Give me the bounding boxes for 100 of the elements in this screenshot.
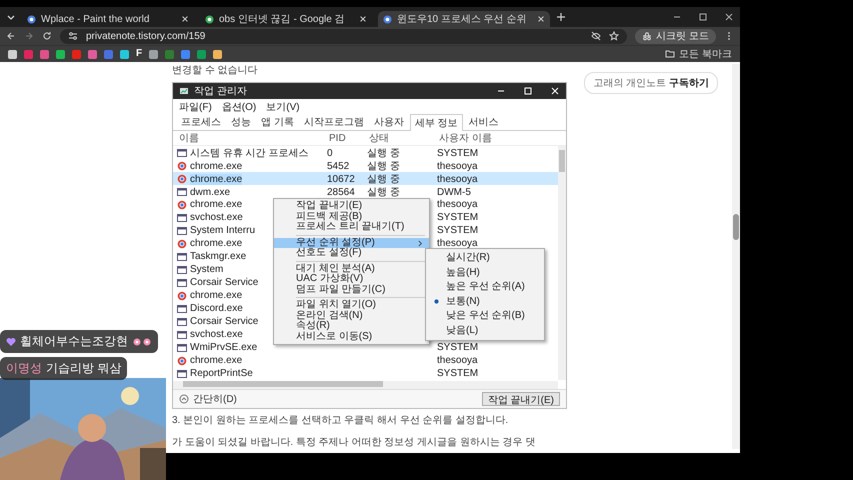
site-info-icon[interactable] (68, 31, 78, 41)
scrollbar[interactable] (558, 146, 566, 380)
process-name[interactable]: chrome.exe (190, 290, 242, 301)
window-icon (177, 330, 187, 340)
menu-item[interactable]: 프로세스 트리 끝내기(T) (274, 222, 429, 232)
menu-item[interactable]: 서비스로 이동(S) (274, 332, 429, 342)
bookmark-icon[interactable] (56, 50, 65, 58)
circle-icon (177, 161, 187, 171)
window-icon (177, 368, 187, 378)
close-icon[interactable] (359, 15, 367, 23)
menu-item[interactable]: 낮은 우선 순위(B) (426, 309, 544, 324)
menu-item[interactable]: 높음(H) (426, 266, 544, 280)
menu-item[interactable]: 보통(N) (426, 294, 544, 309)
bookmark[interactable]: F (136, 49, 142, 59)
menu-item[interactable]: 피드백 제공(B) (274, 212, 429, 222)
process-name[interactable]: ReportPrintSe (190, 368, 253, 379)
bookmark-icon[interactable] (8, 50, 17, 58)
process-name[interactable]: Taskmgr.exe (190, 251, 246, 262)
bookmark-icon[interactable] (40, 50, 49, 58)
subscribe-button[interactable]: 고래의 개인노트 구독하기 (584, 72, 718, 94)
menu-item[interactable]: 속성(R) (274, 321, 429, 332)
globe-icon (383, 14, 392, 24)
tab[interactable]: 앱 기록 (257, 114, 298, 130)
process-name[interactable]: Corsair Service (190, 277, 258, 288)
forward-icon[interactable] (24, 31, 34, 41)
browser-tab[interactable]: Wplace - Paint the world (22, 11, 194, 27)
all-bookmarks-button[interactable]: 모든 북마크 (665, 47, 732, 61)
process-name[interactable]: Corsair Service (190, 316, 258, 327)
bookmark-icon[interactable] (213, 50, 222, 58)
menu-item[interactable]: UAC 가상화(V) (274, 274, 429, 284)
process-name[interactable]: chrome.exe (190, 355, 242, 366)
menu-item[interactable]: 파일(F) (179, 100, 212, 114)
column-header[interactable]: 이름 (177, 131, 327, 145)
browser-tab[interactable]: 윈도우10 프로세스 우선 순위 (378, 11, 550, 27)
process-name[interactable]: WmiPrvSE.exe (190, 342, 258, 353)
close-icon[interactable] (724, 12, 734, 22)
process-name[interactable]: chrome.exe (190, 160, 242, 172)
end-task-button[interactable]: 작업 끝내기(E) (482, 392, 560, 406)
process-name[interactable]: svchost.exe (190, 212, 243, 223)
circle-icon (177, 356, 187, 366)
collapse-button[interactable]: 간단히(D) (179, 392, 237, 406)
menu-item[interactable]: 작업 끝내기(E) (274, 201, 429, 212)
paragraph: 변경할 수 없습니다 (172, 64, 259, 77)
menu-item[interactable]: 옵션(O) (222, 100, 256, 114)
bookmark-icon[interactable] (88, 50, 97, 58)
tab[interactable]: 시작프로그램 (300, 114, 368, 130)
table-cell: thesooya (437, 199, 478, 210)
bookmark-icon[interactable] (197, 50, 206, 58)
menu-item[interactable]: 낮음(L) (426, 324, 544, 338)
process-name[interactable]: chrome.exe (190, 238, 242, 249)
column-header[interactable]: 상태 (367, 131, 437, 145)
back-icon[interactable] (6, 31, 16, 41)
table-cell: 실행 중 (367, 148, 400, 159)
table-cell: SYSTEM (437, 368, 478, 379)
menu-item[interactable]: 우선 순위 설정(P) (274, 238, 429, 248)
tab[interactable]: 서비스 (464, 114, 503, 130)
menu-item[interactable]: 온라인 검색(N) (274, 310, 429, 321)
tab[interactable]: 프로세스 (177, 114, 225, 130)
close-icon[interactable] (537, 15, 545, 23)
address-field[interactable]: privatenote.tistory.com/159 (60, 28, 628, 44)
table-cell: SYSTEM (437, 342, 478, 353)
eye-slash-icon[interactable] (591, 31, 602, 41)
star-icon[interactable] (609, 31, 620, 41)
menu-item[interactable]: 실시간(R) (426, 251, 544, 266)
menu-item[interactable]: 보기(V) (266, 100, 300, 114)
tab-title: Wplace - Paint the world (41, 14, 150, 24)
process-name[interactable]: System Interru (190, 225, 256, 236)
tab[interactable]: 성능 (227, 114, 255, 130)
tab[interactable]: 사용자 (370, 114, 408, 130)
scrollbar[interactable] (732, 64, 740, 449)
menu-item[interactable]: 덤프 파일 만들기(C) (274, 284, 429, 295)
new-tab-icon[interactable] (556, 12, 566, 22)
process-name[interactable]: svchost.exe (190, 329, 243, 340)
table-cell: 0 (327, 148, 333, 158)
column-header[interactable]: PID (327, 132, 367, 144)
incognito-button[interactable]: 시크릿 모드 (635, 28, 716, 44)
bookmark-icon[interactable] (181, 50, 190, 58)
process-name[interactable]: 시스템 유휴 시간 프로세스 (190, 146, 308, 160)
menu-item[interactable]: 높은 우선 순위(A) (426, 280, 544, 294)
column-header[interactable]: 사용자 이름 (437, 131, 562, 145)
menu-item[interactable]: 대기 체인 분석(A) (274, 264, 429, 274)
process-name[interactable]: chrome.exe (190, 174, 242, 184)
menu-item[interactable]: 파일 위치 열기(O) (274, 300, 429, 310)
window-icon (177, 304, 187, 314)
process-name[interactable]: Discord.exe (190, 303, 243, 314)
reload-icon[interactable] (42, 31, 52, 41)
bookmark-icon[interactable] (149, 50, 158, 58)
maximize-icon[interactable] (698, 12, 708, 22)
table-cell: DWM-5 (437, 186, 471, 198)
table-cell: SYSTEM (437, 225, 478, 236)
process-name[interactable]: chrome.exe (190, 199, 242, 210)
menu-item[interactable]: 선호도 설정(F) (274, 248, 429, 258)
table-cell: thesooya (437, 355, 478, 366)
bookmark-icon[interactable] (120, 50, 129, 58)
tab[interactable]: 세부 정보 (410, 114, 463, 131)
process-name[interactable]: dwm.exe (190, 186, 230, 198)
scrollbar[interactable] (173, 381, 558, 389)
close-icon[interactable] (181, 15, 189, 23)
browser-tab[interactable]: obs 인터넷 끊김 - Google 검 (200, 11, 372, 27)
process-name[interactable]: System (190, 264, 224, 275)
